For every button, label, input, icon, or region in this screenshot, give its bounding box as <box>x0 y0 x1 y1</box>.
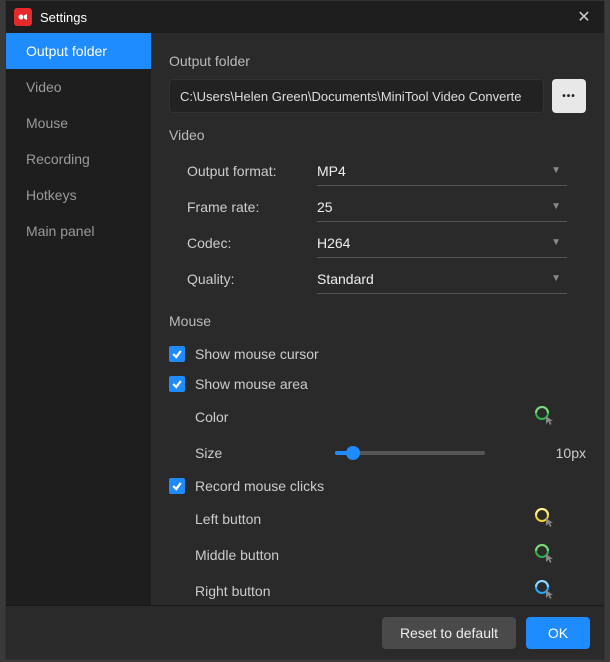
record-clicks-label: Record mouse clicks <box>195 478 324 494</box>
chevron-down-icon: ▼ <box>551 273 561 284</box>
select-value: MP4 <box>317 163 346 179</box>
footer: Reset to default OK <box>6 605 604 659</box>
select-value: 25 <box>317 199 333 215</box>
chevron-down-icon: ▼ <box>551 201 561 212</box>
color-label: Color <box>195 409 325 425</box>
size-label: Size <box>195 445 325 461</box>
quality-label: Quality: <box>187 271 317 287</box>
output-folder-label: Output folder <box>169 53 586 69</box>
middle-button-color[interactable] <box>533 544 555 566</box>
content-panel: Output folder C:\Users\Helen Green\Docum… <box>151 33 604 605</box>
sidebar-item-label: Mouse <box>26 115 68 131</box>
color-row: Color <box>195 399 586 435</box>
check-icon <box>169 346 185 362</box>
close-button[interactable]: ✕ <box>572 5 596 29</box>
left-button-label: Left button <box>195 511 325 527</box>
browse-icon: ••• <box>562 91 576 102</box>
cursor-pointer-icon <box>545 586 555 602</box>
record-clicks-checkbox[interactable]: Record mouse clicks <box>169 471 586 501</box>
right-button-row: Right button <box>195 573 586 605</box>
chevron-down-icon: ▼ <box>551 165 561 176</box>
show-area-label: Show mouse area <box>195 376 308 392</box>
size-value: 10px <box>536 445 586 461</box>
slider-thumb[interactable] <box>346 446 360 460</box>
sidebar-item-recording[interactable]: Recording <box>6 141 151 177</box>
sidebar-item-output-folder[interactable]: Output folder <box>6 33 151 69</box>
sidebar-item-label: Main panel <box>26 223 95 239</box>
color-picker-button[interactable] <box>533 406 555 428</box>
sidebar: Output folder Video Mouse Recording Hotk… <box>6 33 151 605</box>
quality-select[interactable]: Standard ▼ <box>317 264 567 294</box>
body: Output folder Video Mouse Recording Hotk… <box>6 33 604 605</box>
cursor-pointer-icon <box>545 514 555 530</box>
sidebar-item-mouse[interactable]: Mouse <box>6 105 151 141</box>
ok-button[interactable]: OK <box>526 617 590 649</box>
size-slider[interactable] <box>335 451 485 455</box>
size-row: Size 10px <box>195 435 586 471</box>
cursor-pointer-icon <box>545 550 555 566</box>
right-button-label: Right button <box>195 583 325 599</box>
output-format-label: Output format: <box>187 163 317 179</box>
sidebar-item-label: Recording <box>26 151 90 167</box>
sidebar-item-hotkeys[interactable]: Hotkeys <box>6 177 151 213</box>
app-icon <box>14 8 32 26</box>
middle-button-row: Middle button <box>195 537 586 573</box>
select-value: Standard <box>317 271 374 287</box>
output-format-select[interactable]: MP4 ▼ <box>317 156 567 186</box>
output-folder-input[interactable]: C:\Users\Helen Green\Documents\MiniTool … <box>169 79 544 113</box>
video-group: Output format: MP4 ▼ Frame rate: 25 ▼ Co… <box>187 153 586 297</box>
show-cursor-label: Show mouse cursor <box>195 346 319 362</box>
codec-select[interactable]: H264 ▼ <box>317 228 567 258</box>
sidebar-item-label: Hotkeys <box>26 187 77 203</box>
left-button-color[interactable] <box>533 508 555 530</box>
middle-button-label: Middle button <box>195 547 325 563</box>
left-button-row: Left button <box>195 501 586 537</box>
video-heading: Video <box>169 127 586 143</box>
right-button-color[interactable] <box>533 580 555 602</box>
settings-window: Settings ✕ Output folder Video Mouse Rec… <box>5 0 605 660</box>
mouse-heading: Mouse <box>169 313 586 329</box>
codec-label: Codec: <box>187 235 317 251</box>
show-cursor-checkbox[interactable]: Show mouse cursor <box>169 339 586 369</box>
sidebar-item-label: Video <box>26 79 62 95</box>
reset-button[interactable]: Reset to default <box>382 617 516 649</box>
show-area-checkbox[interactable]: Show mouse area <box>169 369 586 399</box>
output-folder-path: C:\Users\Helen Green\Documents\MiniTool … <box>180 89 522 104</box>
titlebar: Settings ✕ <box>6 1 604 33</box>
window-title: Settings <box>40 10 572 25</box>
browse-button[interactable]: ••• <box>552 79 586 113</box>
chevron-down-icon: ▼ <box>551 237 561 248</box>
check-icon <box>169 478 185 494</box>
check-icon <box>169 376 185 392</box>
sidebar-item-label: Output folder <box>26 43 107 59</box>
output-folder-row: C:\Users\Helen Green\Documents\MiniTool … <box>169 79 586 113</box>
sidebar-item-video[interactable]: Video <box>6 69 151 105</box>
select-value: H264 <box>317 235 350 251</box>
frame-rate-label: Frame rate: <box>187 199 317 215</box>
cursor-pointer-icon <box>545 412 555 428</box>
frame-rate-select[interactable]: 25 ▼ <box>317 192 567 222</box>
sidebar-item-main-panel[interactable]: Main panel <box>6 213 151 249</box>
